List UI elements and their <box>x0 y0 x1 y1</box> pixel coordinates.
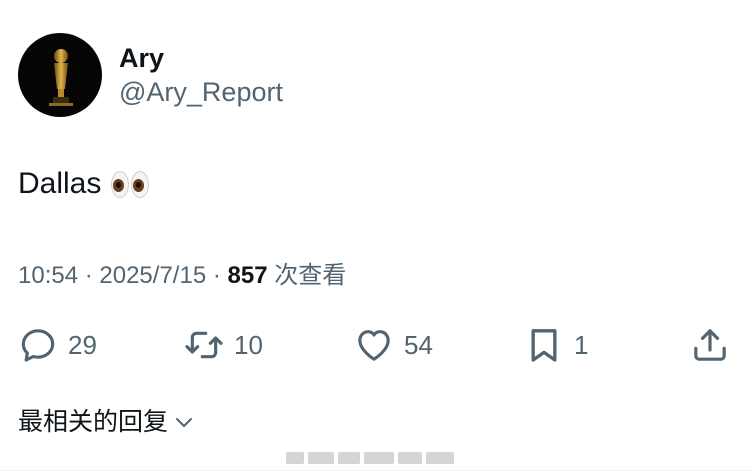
bookmark-button[interactable]: 1 <box>524 320 588 370</box>
avatar[interactable] <box>18 33 102 117</box>
right-eye-icon <box>131 170 150 198</box>
share-icon <box>694 329 726 361</box>
reply-button[interactable]: 29 <box>18 320 97 370</box>
author-handle[interactable]: @Ary_Report <box>119 75 283 109</box>
meta-separator-2: · <box>206 262 228 289</box>
divider <box>0 470 750 471</box>
like-button[interactable]: 54 <box>354 320 433 370</box>
tweet-text: Dallas <box>18 164 150 204</box>
retweet-button[interactable]: 10 <box>184 320 263 370</box>
retweet-icon <box>185 331 223 359</box>
heart-icon <box>358 330 390 361</box>
reply-icon <box>21 329 55 362</box>
meta-separator: · <box>78 262 100 289</box>
tweet-text-content: Dallas <box>18 167 102 200</box>
tweet-meta: 10:54 · 2025/7/15 · 857 次查看 <box>18 260 346 292</box>
share-button[interactable] <box>690 320 730 370</box>
views-count[interactable]: 857 <box>228 262 268 289</box>
trophy-icon <box>49 49 73 106</box>
like-count: 54 <box>404 329 433 360</box>
bookmark-icon <box>531 329 557 362</box>
eyes-emoji <box>111 170 150 198</box>
views-label[interactable]: 次查看 <box>268 262 346 289</box>
chevron-down-icon <box>176 418 193 427</box>
reply-count: 29 <box>68 329 97 360</box>
replies-sort-dropdown[interactable]: 最相关的回复 <box>18 405 196 439</box>
action-bar: 29 10 54 1 <box>18 320 732 370</box>
tweet-date[interactable]: 2025/7/15 <box>99 262 206 289</box>
bookmark-count: 1 <box>574 329 589 360</box>
left-eye-icon <box>111 170 130 198</box>
tweet-time[interactable]: 10:54 <box>18 262 78 289</box>
author-display-name[interactable]: Ary <box>119 41 283 75</box>
tweet-header: Ary @Ary_Report <box>18 33 283 117</box>
watermark <box>286 449 466 467</box>
replies-sort-label: 最相关的回复 <box>18 408 169 436</box>
retweet-count: 10 <box>234 329 263 360</box>
